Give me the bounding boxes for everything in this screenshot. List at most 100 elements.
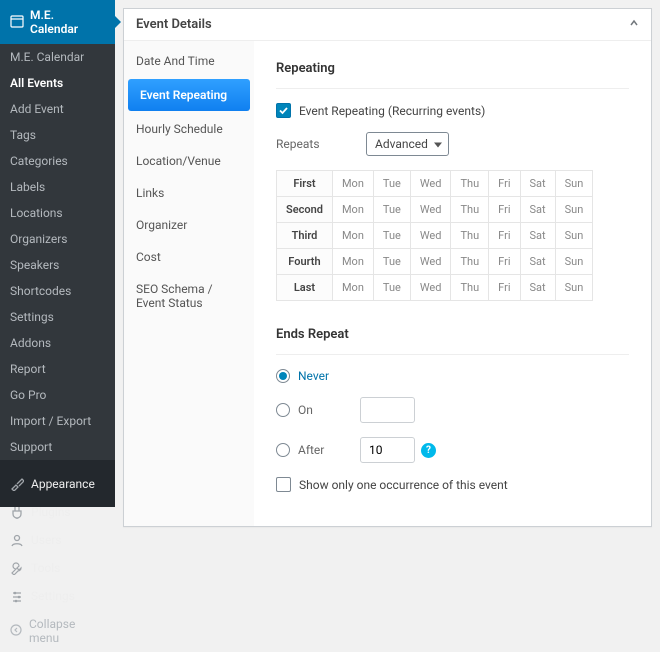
repeat-row-third: Third [277,223,333,249]
divider [276,88,629,89]
repeat-cell-fourth-wed[interactable]: Wed [410,249,451,275]
collapse-label: Collapse menu [29,617,105,645]
sidebar-item-import-export[interactable]: Import / Export [0,408,115,434]
sidebar-item-labels[interactable]: Labels [0,174,115,200]
wrench-icon [10,561,24,575]
repeat-cell-first-thu[interactable]: Thu [451,171,489,197]
collapse-menu[interactable]: Collapse menu [0,610,115,652]
tab-event-repeating[interactable]: Event Repeating [128,79,250,111]
repeat-cell-fourth-fri[interactable]: Fri [489,249,520,275]
repeat-cell-last-thu[interactable]: Thu [451,275,489,301]
repeat-cell-last-mon[interactable]: Mon [332,275,373,301]
tab-cost[interactable]: Cost [124,241,254,273]
tab-hourly-schedule[interactable]: Hourly Schedule [124,113,254,145]
sidebar-item-locations[interactable]: Locations [0,200,115,226]
sidebar-submenu: M.E. CalendarAll EventsAdd EventTagsCate… [0,44,115,460]
sidebar-item-m-e-calendar[interactable]: M.E. Calendar [0,44,115,70]
repeat-cell-last-fri[interactable]: Fri [489,275,520,301]
brand-label: M.E. Calendar [30,8,105,36]
repeat-cell-fourth-mon[interactable]: Mon [332,249,373,275]
sidebar-item-speakers[interactable]: Speakers [0,252,115,278]
ends-never-radio[interactable] [276,369,290,383]
repeat-cell-second-thu[interactable]: Thu [451,197,489,223]
repeat-cell-third-mon[interactable]: Mon [332,223,373,249]
tab-seo-schema-event-status[interactable]: SEO Schema / Event Status [124,273,254,319]
ends-on-radio[interactable] [276,403,290,417]
sidebar-item-report[interactable]: Report [0,356,115,382]
repeat-cell-third-thu[interactable]: Thu [451,223,489,249]
tab-date-and-time[interactable]: Date And Time [124,45,254,77]
sidebar-item-support[interactable]: Support [0,434,115,460]
sidebar-item-all-events[interactable]: All Events [0,70,115,96]
repeat-cell-fourth-thu[interactable]: Thu [451,249,489,275]
event-details-metabox: Event Details Date And TimeEvent Repeati… [123,8,652,527]
sidebar-item-appearance[interactable]: Appearance [0,470,115,498]
metabox-title-bar[interactable]: Event Details [124,9,651,41]
repeat-cell-first-wed[interactable]: Wed [410,171,451,197]
ends-after-input[interactable] [360,437,415,463]
repeat-cell-second-fri[interactable]: Fri [489,197,520,223]
ends-never-label: Never [298,369,329,383]
repeat-row-first: First [277,171,333,197]
sidebar-item-shortcodes[interactable]: Shortcodes [0,278,115,304]
repeat-row-second: Second [277,197,333,223]
tab-links[interactable]: Links [124,177,254,209]
main-area: Event Details Date And TimeEvent Repeati… [115,0,660,507]
help-icon[interactable]: ? [421,443,436,458]
sidebar-item-organizers[interactable]: Organizers [0,226,115,252]
repeat-row-fourth: Fourth [277,249,333,275]
event-repeating-checkbox[interactable] [276,103,291,118]
repeats-select[interactable]: Advanced [366,132,449,156]
admin-sidebar: M.E. Calendar M.E. CalendarAll EventsAdd… [0,0,115,507]
repeat-cell-fourth-sat[interactable]: Sat [520,249,555,275]
brush-icon [10,477,24,491]
ends-after-radio[interactable] [276,443,290,457]
repeat-cell-first-tue[interactable]: Tue [373,171,410,197]
repeat-cell-fourth-sun[interactable]: Sun [555,249,593,275]
repeat-cell-last-tue[interactable]: Tue [373,275,410,301]
divider [276,354,629,355]
sidebar-item-addons[interactable]: Addons [0,330,115,356]
repeat-cell-first-sat[interactable]: Sat [520,171,555,197]
repeat-cell-third-sun[interactable]: Sun [555,223,593,249]
show-one-occurrence-checkbox[interactable] [276,477,291,492]
repeat-cell-second-mon[interactable]: Mon [332,197,373,223]
repeat-cell-third-fri[interactable]: Fri [489,223,520,249]
repeat-cell-third-sat[interactable]: Sat [520,223,555,249]
sidebar-item-tags[interactable]: Tags [0,122,115,148]
repeats-label: Repeats [276,137,366,151]
sidebar-item-go-pro[interactable]: Go Pro [0,382,115,408]
user-icon [10,533,24,547]
sidebar-item-settings[interactable]: Settings [0,304,115,330]
sidebar-item-users[interactable]: Users [0,526,115,554]
repeat-cell-third-wed[interactable]: Wed [410,223,451,249]
repeat-cell-last-sat[interactable]: Sat [520,275,555,301]
ends-repeat-heading: Ends Repeat [276,327,629,342]
sidebar-item-settings[interactable]: Settings [0,582,115,610]
repeat-cell-first-fri[interactable]: Fri [489,171,520,197]
sidebar-item-add-event[interactable]: Add Event [0,96,115,122]
sidebar-item-tools[interactable]: Tools [0,554,115,582]
tab-location-venue[interactable]: Location/Venue [124,145,254,177]
repeat-cell-first-sun[interactable]: Sun [555,171,593,197]
metabox-toggle-icon[interactable] [629,17,639,32]
repeat-cell-third-tue[interactable]: Tue [373,223,410,249]
repeat-cell-last-wed[interactable]: Wed [410,275,451,301]
advanced-repeat-table: FirstMonTueWedThuFriSatSunSecondMonTueWe… [276,170,593,301]
sidebar-brand[interactable]: M.E. Calendar [0,0,115,44]
metabox-title: Event Details [136,17,212,32]
sidebar-item-categories[interactable]: Categories [0,148,115,174]
repeat-cell-fourth-tue[interactable]: Tue [373,249,410,275]
repeat-cell-last-sun[interactable]: Sun [555,275,593,301]
repeat-cell-second-wed[interactable]: Wed [410,197,451,223]
repeat-cell-first-mon[interactable]: Mon [332,171,373,197]
show-one-occurrence-label: Show only one occurrence of this event [299,478,508,492]
ends-on-input[interactable] [360,397,415,423]
repeat-cell-second-tue[interactable]: Tue [373,197,410,223]
repeat-cell-second-sat[interactable]: Sat [520,197,555,223]
repeat-row-last: Last [277,275,333,301]
repeat-cell-second-sun[interactable]: Sun [555,197,593,223]
tab-organizer[interactable]: Organizer [124,209,254,241]
sidebar-item-plugins[interactable]: Plugins [0,498,115,526]
tab-content: Repeating Event Repeating (Recurring eve… [254,41,651,526]
